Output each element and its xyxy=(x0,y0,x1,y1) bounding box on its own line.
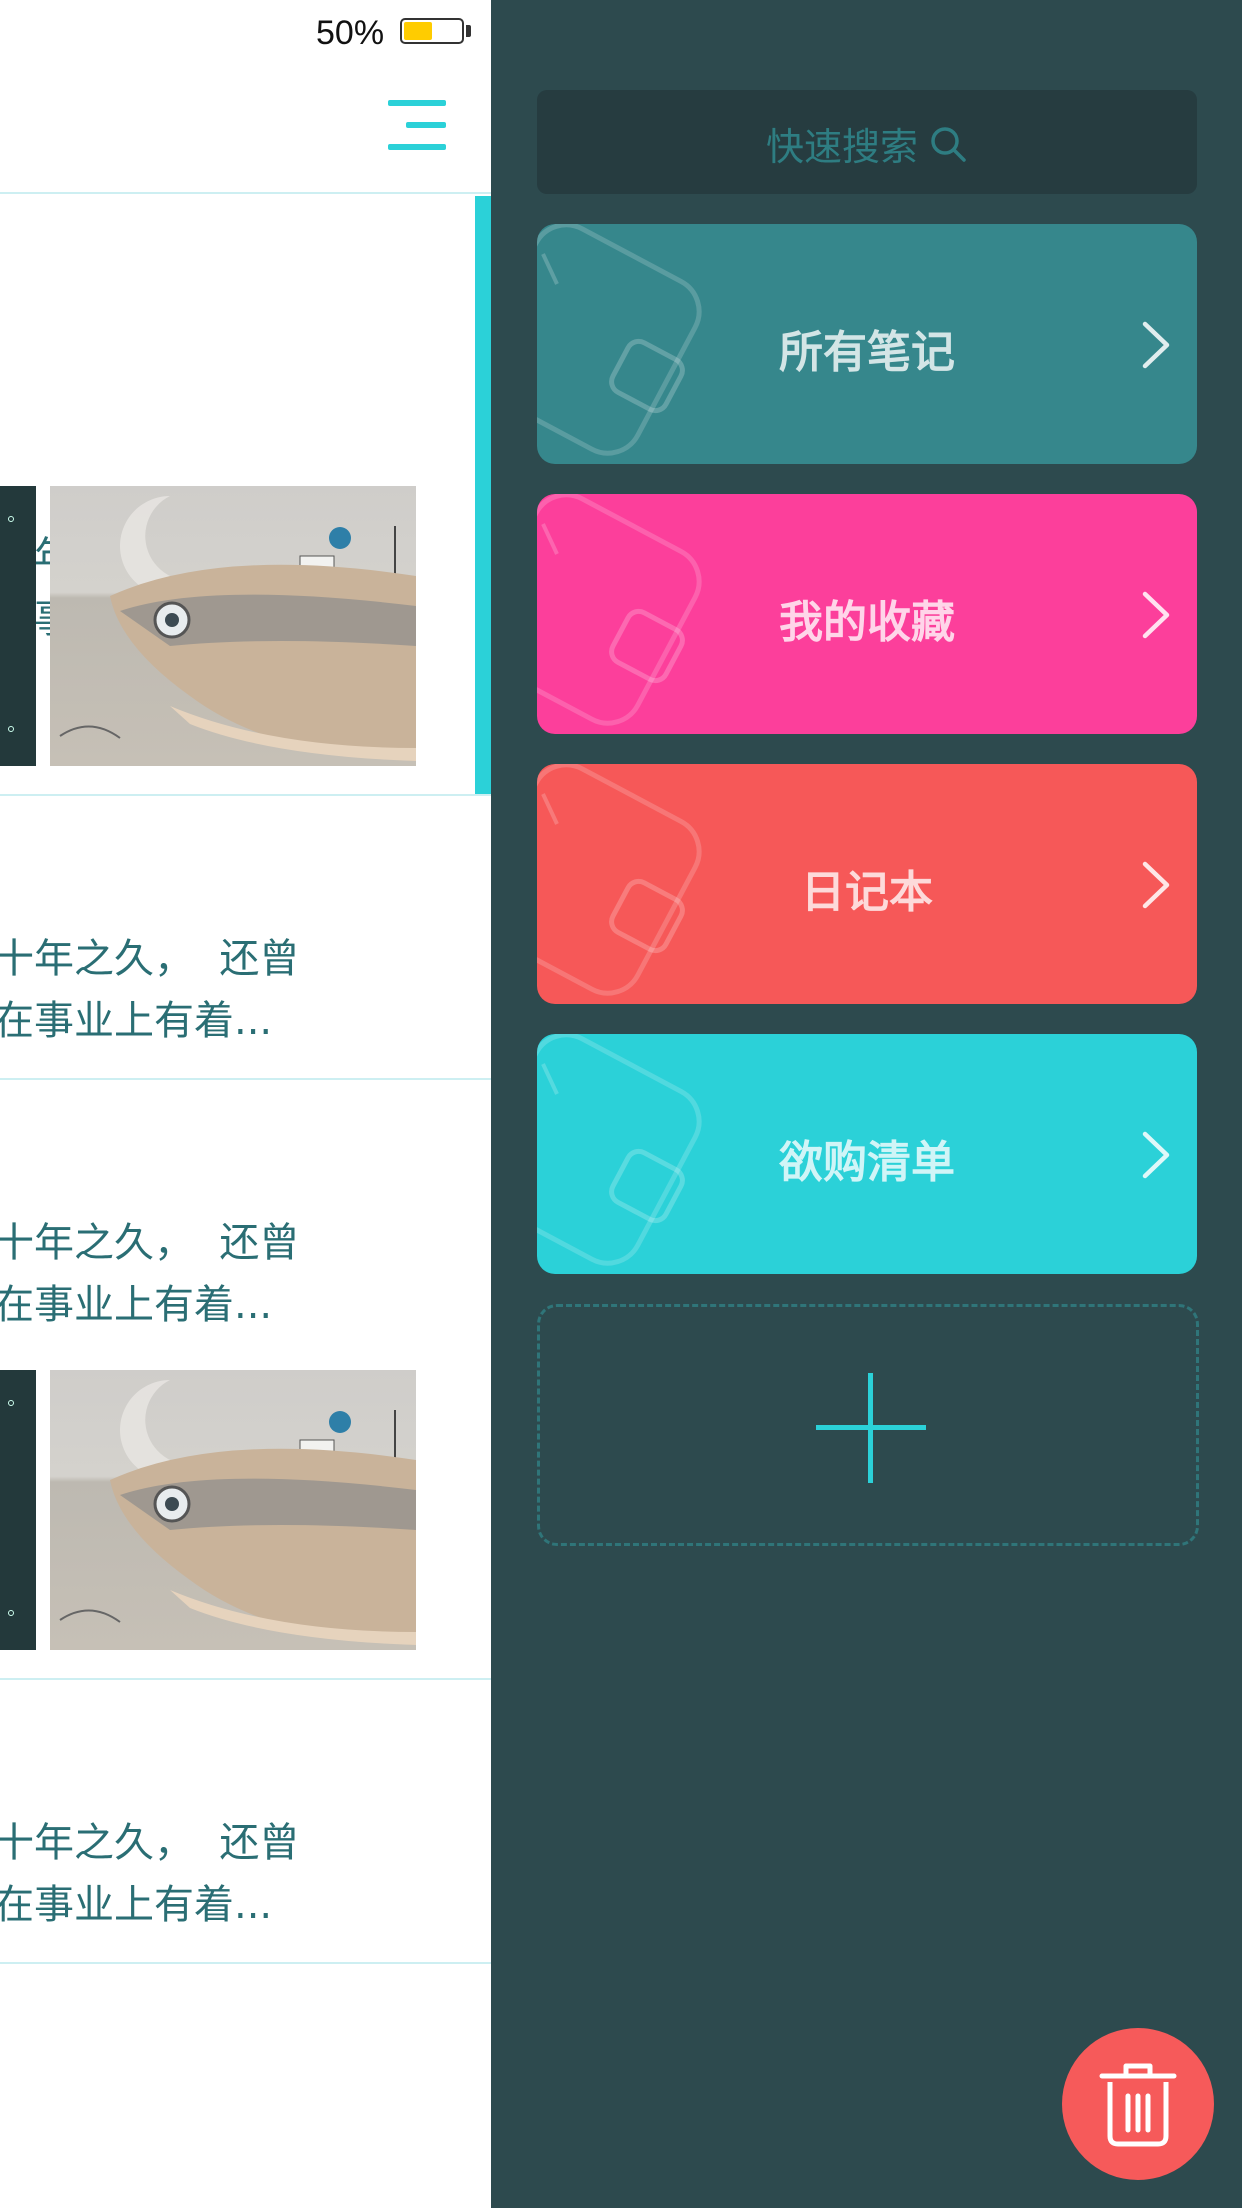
category-label: 日记本 xyxy=(801,867,933,918)
battery-tip xyxy=(466,25,471,37)
note-image-thumbnail[interactable] xyxy=(50,1370,416,1650)
note-item[interactable]: 十年之久， 还曾 在事业上有着... xyxy=(0,196,491,796)
fish-illustration xyxy=(59,1380,416,1645)
category-favorites[interactable]: 我的收藏 xyxy=(537,494,1197,734)
chevron-right-icon xyxy=(1142,861,1170,909)
note-image-thumbnail[interactable] xyxy=(0,486,36,766)
note-image-thumbnail[interactable] xyxy=(0,1370,36,1650)
note-preview-line: 在事业上有着... xyxy=(0,998,273,1044)
chevron-right-icon xyxy=(1142,1131,1170,1179)
chevron-right-icon xyxy=(1142,321,1170,369)
search-icon xyxy=(928,124,968,164)
note-item[interactable]: 十年之久， 还曾 在事业上有着... xyxy=(0,1080,491,1680)
side-drawer: 快速搜索 所有笔记 我的收藏 日记本 欲购清单 xyxy=(491,0,1242,2208)
trash-button[interactable] xyxy=(1062,2028,1214,2180)
note-item[interactable]: 十年之久， 还曾 在事业上有着... xyxy=(0,1680,491,1964)
note-image-thumbnail[interactable] xyxy=(50,486,416,766)
add-category-button[interactable] xyxy=(537,1304,1199,1546)
battery-icon xyxy=(400,18,464,44)
selected-indicator xyxy=(475,196,491,794)
note-item[interactable]: 十年之久， 还曾 在事业上有着... xyxy=(0,796,491,1080)
fish-illustration xyxy=(59,496,416,761)
category-all-notes[interactable]: 所有笔记 xyxy=(537,224,1197,464)
trash-icon xyxy=(1099,2063,1177,2147)
category-label: 所有笔记 xyxy=(779,327,955,378)
note-preview-line: 十年之久， 还曾 xyxy=(0,1820,300,1866)
category-diary[interactable]: 日记本 xyxy=(537,764,1197,1004)
search-label: 快速搜索 xyxy=(765,125,918,169)
quick-search-button[interactable]: 快速搜索 xyxy=(537,90,1197,194)
note-preview-line: 在事业上有着... xyxy=(0,1282,273,1328)
plus-icon xyxy=(816,1425,926,1430)
category-label: 欲购清单 xyxy=(779,1137,955,1188)
menu-icon[interactable] xyxy=(388,100,450,150)
status-bar: 50% xyxy=(0,0,491,64)
chevron-right-icon xyxy=(1142,591,1170,639)
category-wishlist[interactable]: 欲购清单 xyxy=(537,1034,1197,1274)
category-label: 我的收藏 xyxy=(779,597,955,648)
top-bar xyxy=(0,64,491,194)
battery-percent: 50% xyxy=(316,14,385,52)
note-preview-line: 十年之久， 还曾 xyxy=(0,936,300,982)
notes-list-panel: 50% 十年之久， 还曾 在事业上有着... 十年之久， 还曾 在事业上有着..… xyxy=(0,0,491,2208)
note-preview-line: 在事业上有着... xyxy=(0,1882,273,1928)
note-preview-line: 十年之久， 还曾 xyxy=(0,1220,300,1266)
